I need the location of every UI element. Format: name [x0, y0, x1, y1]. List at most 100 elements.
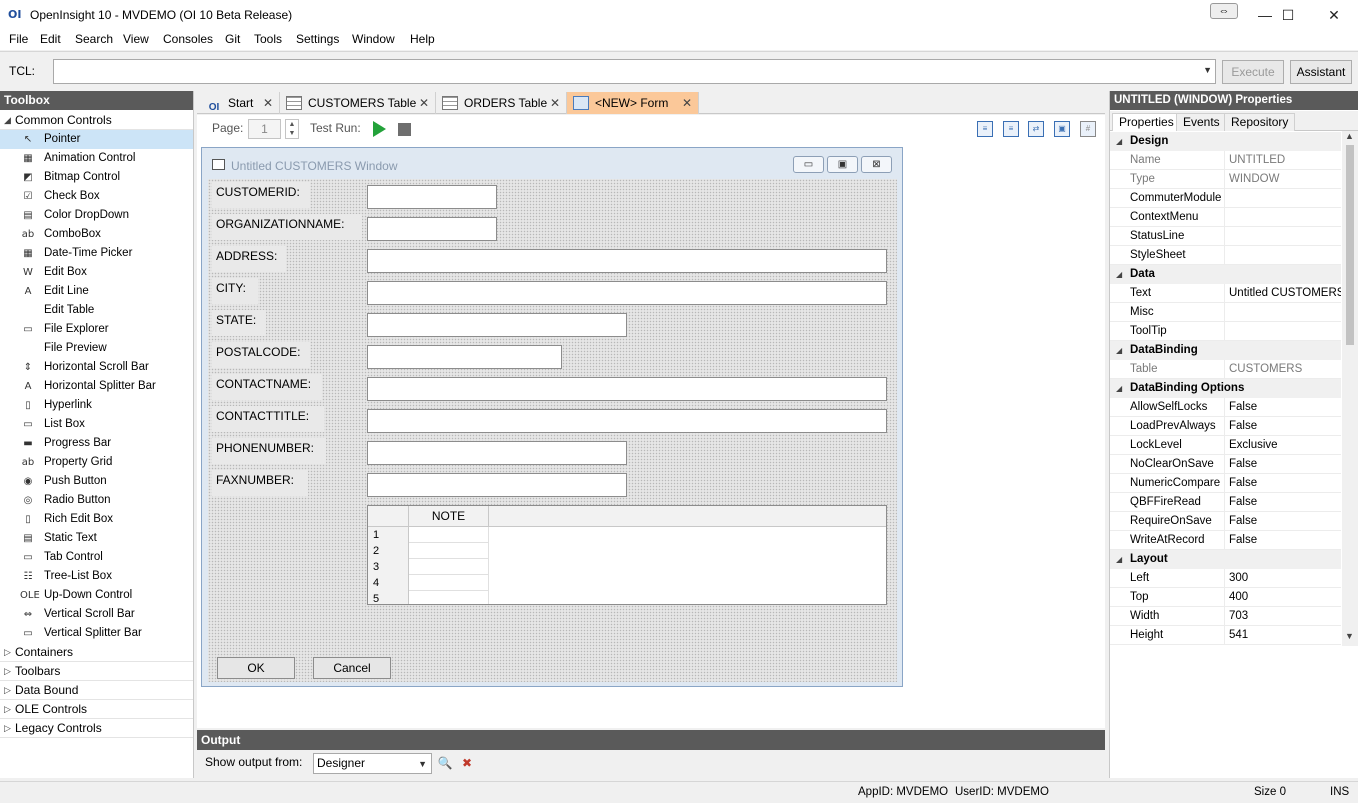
- table-cell[interactable]: [409, 543, 489, 559]
- property-value[interactable]: [1229, 322, 1341, 341]
- property-row[interactable]: Name UNTITLED: [1110, 151, 1341, 170]
- property-value[interactable]: 300: [1229, 569, 1341, 588]
- table-row[interactable]: 3: [368, 559, 489, 575]
- toolbox-item[interactable]: ↖ Pointer: [0, 130, 193, 149]
- property-row[interactable]: QBFFireRead False: [1110, 493, 1341, 512]
- property-value[interactable]: False: [1229, 512, 1341, 531]
- toolbox-item[interactable]: ▯ Hyperlink: [0, 396, 193, 415]
- toolbox-item[interactable]: ab Property Grid: [0, 453, 193, 472]
- menu-consoles[interactable]: Consoles: [163, 32, 213, 46]
- tcl-input[interactable]: ▼: [53, 59, 1216, 84]
- field-edit-faxnumber[interactable]: [367, 473, 627, 497]
- property-value[interactable]: False: [1229, 531, 1341, 550]
- table-row[interactable]: 1: [368, 527, 489, 543]
- toolbox-item[interactable]: ⇕ Horizontal Scroll Bar: [0, 358, 193, 377]
- menu-help[interactable]: Help: [410, 32, 435, 46]
- toolbox-item[interactable]: ▤ Static Text: [0, 529, 193, 548]
- toolbox-item[interactable]: ▬ Progress Bar: [0, 434, 193, 453]
- property-value[interactable]: False: [1229, 493, 1341, 512]
- toolbox-item[interactable]: ab ComboBox: [0, 225, 193, 244]
- field-label-faxnumber[interactable]: FAXNUMBER:: [212, 470, 308, 496]
- close-icon[interactable]: ✕: [419, 92, 429, 114]
- property-value[interactable]: Untitled CUSTOMERS: [1229, 284, 1341, 303]
- toolbox-item[interactable]: ▭ Tab Control: [0, 548, 193, 567]
- close-icon[interactable]: ✕: [550, 92, 560, 114]
- toolbox-group-legacy-controls[interactable]: ▷ Legacy Controls: [0, 719, 193, 738]
- tab-order-icon[interactable]: ⇄: [1028, 121, 1044, 137]
- field-edit-contacttitle[interactable]: [367, 409, 887, 433]
- table-row[interactable]: 2: [368, 543, 489, 559]
- field-label-contactname[interactable]: CONTACTNAME:: [212, 374, 322, 400]
- property-value[interactable]: 400: [1229, 588, 1341, 607]
- grid-icon[interactable]: #: [1080, 121, 1096, 137]
- property-category[interactable]: ◢ Design: [1110, 132, 1341, 151]
- field-label-organizationname[interactable]: ORGANIZATIONNAME:: [212, 214, 362, 240]
- toolbox-item[interactable]: ▭ File Explorer: [0, 320, 193, 339]
- property-value[interactable]: False: [1229, 417, 1341, 436]
- scroll-down-icon[interactable]: ▼: [1345, 631, 1354, 641]
- cancel-button[interactable]: Cancel: [313, 657, 391, 679]
- toolbox-item[interactable]: File Preview: [0, 339, 193, 358]
- align-top-icon[interactable]: ≡: [1003, 121, 1019, 137]
- property-row[interactable]: Text Untitled CUSTOMERS: [1110, 284, 1341, 303]
- toolbox-item[interactable]: ▭ List Box: [0, 415, 193, 434]
- menu-window[interactable]: Window: [352, 32, 395, 46]
- toolbox-group-common-controls[interactable]: ◢ Common Controls: [0, 111, 193, 130]
- toolbox-item[interactable]: A Horizontal Splitter Bar: [0, 377, 193, 396]
- close-icon[interactable]: ✕: [263, 92, 273, 114]
- select-all-icon[interactable]: ▣: [1054, 121, 1070, 137]
- property-row[interactable]: CommuterModule: [1110, 189, 1341, 208]
- property-row[interactable]: Top 400: [1110, 588, 1341, 607]
- property-row[interactable]: NoClearOnSave False: [1110, 455, 1341, 474]
- toolbox-group-containers[interactable]: ▷ Containers: [0, 643, 193, 662]
- property-value[interactable]: [1229, 208, 1341, 227]
- property-row[interactable]: ContextMenu: [1110, 208, 1341, 227]
- field-edit-customerid[interactable]: [367, 185, 497, 209]
- menu-file[interactable]: File: [9, 32, 28, 46]
- menu-git[interactable]: Git: [225, 32, 240, 46]
- resize-icon[interactable]: ⇔: [1210, 3, 1238, 19]
- property-value[interactable]: 703: [1229, 607, 1341, 626]
- property-value[interactable]: False: [1229, 455, 1341, 474]
- tab-events[interactable]: Events: [1176, 113, 1227, 131]
- property-row[interactable]: WriteAtRecord False: [1110, 531, 1341, 550]
- tab-orders-table[interactable]: ORDERS Table ✕: [436, 92, 567, 114]
- toolbox-item[interactable]: ◎ Radio Button: [0, 491, 193, 510]
- property-category[interactable]: ◢ DataBinding Options: [1110, 379, 1341, 398]
- close-button[interactable]: ✕: [1311, 0, 1357, 30]
- property-value[interactable]: [1229, 303, 1341, 322]
- field-label-phonenumber[interactable]: PHONENUMBER:: [212, 438, 326, 464]
- toolbox-item[interactable]: ◩ Bitmap Control: [0, 168, 193, 187]
- output-source-select[interactable]: Designer ▼: [313, 753, 432, 774]
- field-edit-contactname[interactable]: [367, 377, 887, 401]
- ok-button[interactable]: OK: [217, 657, 295, 679]
- execute-button[interactable]: Execute: [1222, 60, 1284, 84]
- property-row[interactable]: NumericCompare False: [1110, 474, 1341, 493]
- note-edit-table[interactable]: NOTE 1 2 3 4 5: [367, 505, 887, 605]
- property-row[interactable]: StatusLine: [1110, 227, 1341, 246]
- toolbox-item[interactable]: A Edit Line: [0, 282, 193, 301]
- align-left-icon[interactable]: ≡: [977, 121, 993, 137]
- property-row[interactable]: Misc: [1110, 303, 1341, 322]
- toolbox-item[interactable]: ☑ Check Box: [0, 187, 193, 206]
- menu-tools[interactable]: Tools: [254, 32, 282, 46]
- tab-repository[interactable]: Repository: [1224, 113, 1296, 131]
- toolbox-item[interactable]: Edit Table: [0, 301, 193, 320]
- field-label-address[interactable]: ADDRESS:: [212, 246, 286, 272]
- property-value[interactable]: WINDOW: [1229, 170, 1341, 189]
- maximize-button[interactable]: ☐: [1265, 0, 1311, 30]
- field-edit-postalcode[interactable]: [367, 345, 562, 369]
- table-cell[interactable]: [409, 591, 489, 604]
- play-icon[interactable]: [373, 121, 386, 137]
- property-value[interactable]: CUSTOMERS: [1229, 360, 1341, 379]
- toolbox-item[interactable]: ◉ Push Button: [0, 472, 193, 491]
- toolbox-item[interactable]: ▦ Date-Time Picker: [0, 244, 193, 263]
- properties-scrollbar[interactable]: ▲ ▼: [1342, 131, 1358, 646]
- toolbox-item[interactable]: ⇔ Vertical Scroll Bar: [0, 605, 193, 624]
- property-value[interactable]: [1229, 246, 1341, 265]
- field-label-customerid[interactable]: CUSTOMERID:: [212, 182, 310, 208]
- property-row[interactable]: StyleSheet: [1110, 246, 1341, 265]
- toolbox-group-data-bound[interactable]: ▷ Data Bound: [0, 681, 193, 700]
- property-row[interactable]: LoadPrevAlways False: [1110, 417, 1341, 436]
- find-icon[interactable]: 🔍: [437, 755, 453, 771]
